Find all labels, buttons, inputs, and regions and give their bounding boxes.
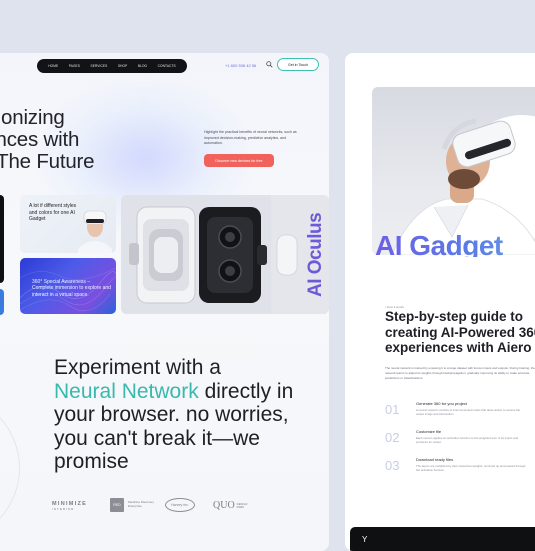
step-item: 01 Generate 360 for you project A neural… [385,401,535,431]
nav-item-pages[interactable]: PAGES [69,64,80,68]
step-number: 03 [385,458,400,473]
partner-logos: MINIMIZE INTERIOR RED Medicine Discovery… [40,497,310,517]
spatial-awareness-tile[interactable]: 360° Special Awareness – Complete immers… [20,258,116,314]
hero-title-rest: : The Future [0,150,95,173]
gadget-styles-tile[interactable]: A lot if different styles and colors for… [20,195,116,253]
logo-red: RED [110,498,124,512]
article-body: The neural network is trained by exposin… [385,366,535,380]
logo-minimize-sub: INTERIOR [52,507,75,511]
phone-number[interactable]: +1 800 536 42 56 [225,63,256,68]
dark-tile [0,195,4,283]
nav-item-contacts[interactable]: CONTACTS [158,64,176,68]
dark-footer-section: Y [350,527,535,551]
get-in-touch-button[interactable]: Get in Touch [277,58,319,71]
step-description: A neural network consists of interconnec… [416,408,521,417]
footer-logo-glyph: Y [362,535,368,544]
logo-quo: QUO DESIGN PARK [213,500,251,511]
hero-title: utionizing iences with I: The Future [0,107,180,173]
landing-page-preview: HOME PAGES SERVICES SHOP BLOG CONTACTS +… [0,53,329,551]
logo-red-sub: Medicine Discovery Enterprise [128,500,155,508]
tagline-accent: Neural Network [54,379,199,403]
discover-devices-button[interactable]: Discover new devices for free [204,154,274,167]
ai-oculus-tile[interactable]: AI Oculus [121,195,329,314]
step-title: Generate 360 for you project [416,401,467,406]
blue-tile [0,289,4,315]
tagline: Experiment with a Neural Network directl… [54,356,324,474]
hero-title-line-3: I: The Future [0,151,180,173]
vr-user-image [78,210,112,253]
article-page-preview: AI Gadget • How it works Step-by-step gu… [345,53,535,551]
top-nav: HOME PAGES SERVICES SHOP BLOG CONTACTS [37,59,187,73]
canvas: HOME PAGES SERVICES SHOP BLOG CONTACTS +… [0,0,535,551]
article-title: Step-by-step guide to creating AI-Powere… [385,309,535,355]
nav-item-services[interactable]: SERVICES [91,64,108,68]
step-description: The layers are multiplied by their respe… [416,464,526,473]
step-title: Customize file [416,429,442,434]
hero-description: Highlight the practical benefits of neur… [204,130,297,145]
decorative-arc [0,393,20,543]
step-item: 02 Customize file Each neuron applies an… [385,429,535,459]
tagline-part-1: Experiment with a [54,356,221,379]
step-title: Download ready files [416,457,454,462]
logo-harvey: Harvey Inc. [165,498,195,512]
search-icon[interactable] [266,61,273,68]
step-number: 01 [385,402,400,417]
logo-quo-sub: DESIGN PARK [236,501,248,509]
hero-title-line-1: utionizing [0,106,65,129]
nav-item-blog[interactable]: BLOG [138,64,147,68]
nav-item-shop[interactable]: SHOP [118,64,127,68]
logo-quo-name: QUO [213,500,235,511]
logo-minimize: MINIMIZE INTERIOR [52,501,87,511]
hero-title-line-2: iences with [0,128,80,151]
nav-item-home[interactable]: HOME [48,64,58,68]
ai-oculus-label: AI Oculus [305,212,326,298]
article-hero-image [372,87,535,255]
step-description: Each neuron applies an activation functi… [416,436,519,445]
spatial-awareness-text: 360° Special Awareness – Complete immers… [32,279,111,298]
vr-user-photo [391,115,535,255]
gadget-styles-text: A lot if different styles and colors for… [29,203,77,222]
vr-headset-image [121,195,329,314]
ai-gadget-title: AI Gadget [375,231,535,257]
step-number: 02 [385,430,400,445]
step-item: 03 Download ready files The layers are m… [385,457,535,487]
